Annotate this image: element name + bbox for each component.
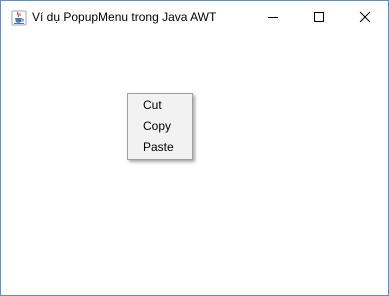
app-window: Ví dụ PopupMenu trong Java AWT	[0, 0, 389, 296]
menu-item-paste[interactable]: Paste	[128, 137, 192, 158]
window-title: Ví dụ PopupMenu trong Java AWT	[32, 10, 217, 24]
title-bar[interactable]: Ví dụ PopupMenu trong Java AWT	[1, 1, 388, 32]
menu-item-copy[interactable]: Copy	[128, 116, 192, 137]
maximize-button[interactable]	[296, 1, 342, 32]
java-coffee-icon[interactable]	[11, 10, 27, 26]
menu-item-cut[interactable]: Cut	[128, 95, 192, 116]
window-content-area[interactable]	[1, 32, 388, 295]
close-icon	[359, 11, 371, 23]
popup-menu: Cut Copy Paste	[127, 93, 193, 160]
minimize-button[interactable]	[250, 1, 296, 32]
maximize-icon	[314, 12, 324, 22]
minimize-icon	[268, 17, 278, 18]
close-button[interactable]	[342, 1, 388, 32]
